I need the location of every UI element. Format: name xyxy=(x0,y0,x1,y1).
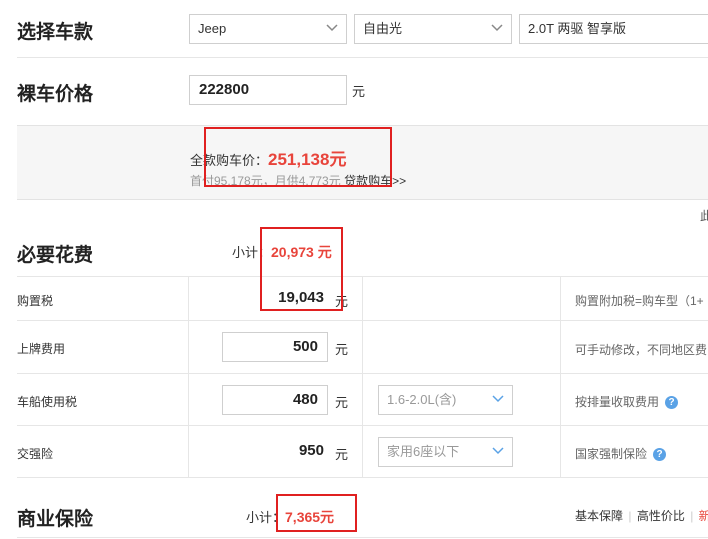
bare-price-unit: 元 xyxy=(352,84,366,99)
model-select[interactable]: 自由光 xyxy=(354,14,512,44)
link-separator: | xyxy=(628,509,632,523)
compulsory-insurance-unit: 元 xyxy=(335,447,349,462)
vehicle-tax-note: 按排量收取费用? xyxy=(575,393,679,410)
chevron-down-icon xyxy=(492,447,504,455)
row-label-purchase-tax: 购置税 xyxy=(17,294,54,308)
table-divider xyxy=(17,477,708,478)
plate-fee-unit: 元 xyxy=(335,342,349,357)
insurance-plan-links: 基本保障 | 高性价比 | 新车 xyxy=(575,507,708,524)
brand-select[interactable]: Jeep xyxy=(189,14,347,44)
plate-fee-note: 可手动修改，不同地区费 xyxy=(575,343,708,357)
table-col-divider xyxy=(188,276,189,477)
help-icon[interactable]: ? xyxy=(665,396,679,410)
commercial-insurance-title: 商业保险 xyxy=(17,508,94,530)
compulsory-insurance-value: 950 xyxy=(298,442,324,459)
row-label-vehicle-tax: 车船使用税 xyxy=(17,395,78,409)
trim-select[interactable]: 2.0T 两驱 智享版 xyxy=(519,14,708,44)
highlight-box-commercial xyxy=(276,494,357,532)
displacement-select-value: 1.6-2.0L(含) xyxy=(387,392,457,407)
highlight-box-required xyxy=(260,227,343,311)
vehicle-tax-unit: 元 xyxy=(335,395,349,410)
link-separator: | xyxy=(690,509,694,523)
bare-price-title: 裸车价格 xyxy=(17,83,94,105)
vehicle-tax-input[interactable]: 480 xyxy=(222,385,328,415)
divider xyxy=(17,57,708,58)
chevron-down-icon xyxy=(326,24,338,32)
plan-link-value[interactable]: 高性价比 xyxy=(637,509,685,523)
bare-price-input[interactable]: 222800 xyxy=(189,75,347,105)
divider xyxy=(17,537,708,538)
edge-text: 此 xyxy=(700,209,708,223)
highlight-box-total xyxy=(204,127,392,187)
row-label-compulsory-insurance: 交强险 xyxy=(17,447,54,461)
trim-select-value: 2.0T 两驱 智享版 xyxy=(528,21,627,36)
plan-link-new-car[interactable]: 新车 xyxy=(699,509,708,523)
table-col-divider xyxy=(362,276,363,477)
vehicle-tax-note-text: 按排量收取费用 xyxy=(575,395,660,409)
brand-select-value: Jeep xyxy=(198,21,227,36)
purchase-tax-note: 购置附加税=购车型（1+ xyxy=(575,294,704,308)
seat-type-select[interactable]: 家用6座以下 xyxy=(378,437,513,467)
compulsory-insurance-note: 国家强制保险? xyxy=(575,445,667,462)
model-select-value: 自由光 xyxy=(363,21,403,36)
plan-link-basic[interactable]: 基本保障 xyxy=(575,509,623,523)
compulsory-insurance-note-text: 国家强制保险 xyxy=(575,447,648,461)
car-select-title: 选择车款 xyxy=(17,21,94,43)
seat-type-select-value: 家用6座以下 xyxy=(387,444,460,459)
row-label-plate-fee: 上牌费用 xyxy=(17,342,66,356)
table-col-divider xyxy=(560,276,561,477)
chevron-down-icon xyxy=(492,395,504,403)
displacement-select[interactable]: 1.6-2.0L(含) xyxy=(378,385,513,415)
required-fees-title: 必要花费 xyxy=(17,244,94,266)
plate-fee-input[interactable]: 500 xyxy=(222,332,328,362)
chevron-down-icon xyxy=(491,24,503,32)
help-icon[interactable]: ? xyxy=(653,448,667,462)
